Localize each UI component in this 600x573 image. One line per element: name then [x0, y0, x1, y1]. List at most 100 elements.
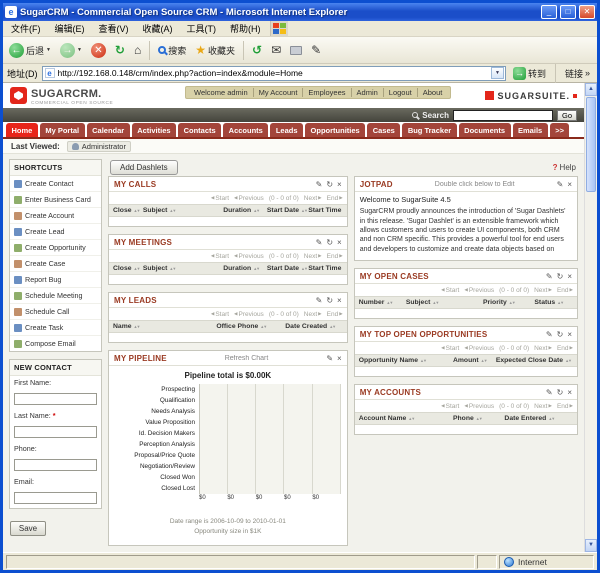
close-dashlet-icon[interactable]: ×: [567, 273, 572, 281]
menu-view[interactable]: 查看(V): [92, 21, 136, 36]
home-button[interactable]: ⌂: [131, 43, 144, 57]
refresh-dashlet-icon[interactable]: ↻: [326, 181, 333, 189]
scrollbar-thumb[interactable]: [586, 97, 596, 192]
shortcut-schedule-meeting[interactable]: Schedule Meeting: [10, 288, 101, 304]
tab-leads[interactable]: Leads: [270, 123, 303, 137]
tab-opportunities[interactable]: Opportunities: [305, 123, 365, 137]
edit-dashlet-icon[interactable]: ✎: [557, 181, 564, 189]
menu-file[interactable]: 文件(F): [4, 21, 48, 36]
close-dashlet-icon[interactable]: ×: [337, 181, 342, 189]
forward-dropdown-icon[interactable]: ▼: [77, 47, 82, 53]
close-dashlet-icon[interactable]: ×: [337, 355, 342, 363]
go-button[interactable]: → 转到: [510, 66, 549, 81]
column-header-office-phone[interactable]: Office Phone▲▼: [216, 323, 285, 330]
pagination-previous[interactable]: ◀Previous: [464, 345, 494, 352]
shortcut-report-bug[interactable]: Report Bug: [10, 272, 101, 288]
save-button[interactable]: Save: [10, 521, 46, 536]
phone-input[interactable]: [14, 459, 97, 471]
column-header-expected-close-date[interactable]: Expected Close Date▲▼: [496, 357, 573, 364]
pagination-start[interactable]: ◀Start: [441, 403, 459, 410]
edit-dashlet-icon[interactable]: ✎: [546, 273, 553, 281]
pagination-end[interactable]: End▶: [557, 287, 573, 294]
refresh-dashlet-icon[interactable]: ↻: [326, 239, 333, 247]
shortcut-create-opportunity[interactable]: Create Opportunity: [10, 240, 101, 256]
sugar-search-input[interactable]: [453, 110, 553, 121]
shortcut-schedule-call[interactable]: Schedule Call: [10, 304, 101, 320]
menu-help[interactable]: 帮助(H): [223, 21, 268, 36]
column-header-account-name[interactable]: Account Name▲▼: [359, 415, 453, 422]
edit-dashlet-icon[interactable]: ✎: [316, 181, 323, 189]
pagination-previous[interactable]: ◀Previous: [234, 253, 264, 260]
vertical-scrollbar[interactable]: ▲ ▼: [584, 83, 597, 552]
pagination-start[interactable]: ◀Start: [441, 345, 459, 352]
address-dropdown-icon[interactable]: ▼: [491, 67, 504, 79]
column-header-start-time[interactable]: Start Time▲▼: [308, 207, 342, 214]
pagination-start[interactable]: ◀Start: [211, 253, 229, 260]
close-dashlet-icon[interactable]: ×: [567, 331, 572, 339]
pagination-end[interactable]: End▶: [557, 345, 573, 352]
mail-button[interactable]: ✉: [268, 43, 284, 57]
menu-edit[interactable]: 编辑(E): [48, 21, 92, 36]
edit-dashlet-icon[interactable]: ✎: [316, 297, 323, 305]
refresh-dashlet-icon[interactable]: ↻: [557, 273, 564, 281]
close-dashlet-icon[interactable]: ×: [567, 389, 572, 397]
tab-emails[interactable]: Emails: [513, 123, 548, 137]
pagination-previous[interactable]: ◀Previous: [464, 403, 494, 410]
menu-tools[interactable]: 工具(T): [180, 21, 224, 36]
pagination-next[interactable]: Next▶: [304, 311, 322, 318]
edit-dashlet-icon[interactable]: ✎: [546, 389, 553, 397]
back-button[interactable]: ← 后退 ▼: [6, 42, 54, 59]
favorites-button[interactable]: ★ 收藏夹: [192, 43, 238, 58]
pagination-end[interactable]: End▶: [327, 253, 343, 260]
pagination-next[interactable]: Next▶: [304, 195, 322, 202]
pagination-next[interactable]: Next▶: [534, 345, 552, 352]
pagination-end[interactable]: End▶: [327, 195, 343, 202]
refresh-button[interactable]: ↻: [112, 43, 128, 57]
search-button[interactable]: 搜索: [155, 43, 189, 58]
links-button[interactable]: 链接 »: [562, 66, 593, 81]
tab-bug-tracker[interactable]: Bug Tracker: [402, 123, 456, 137]
first-name-input[interactable]: [14, 393, 97, 405]
edit-dashlet-icon[interactable]: ✎: [326, 355, 333, 363]
tab-calendar[interactable]: Calendar: [87, 123, 130, 137]
column-header-duration[interactable]: Duration▲▼: [223, 207, 267, 214]
add-dashlets-button[interactable]: Add Dashlets: [110, 160, 178, 175]
column-header-date-entered[interactable]: Date Entered▲▼: [504, 415, 573, 422]
column-header-subject[interactable]: Subject▲▼: [406, 299, 483, 306]
pagination-end[interactable]: End▶: [557, 403, 573, 410]
last-viewed-item[interactable]: Administrator: [67, 141, 131, 152]
shortcut-compose-email[interactable]: Compose Email: [10, 336, 101, 351]
shortcut-create-account[interactable]: Create Account: [10, 208, 101, 224]
sugar-search-go-button[interactable]: Go: [557, 110, 577, 121]
nav-employees[interactable]: Employees: [302, 88, 350, 97]
help-link[interactable]: ? Help: [553, 163, 576, 172]
column-header-duration[interactable]: Duration▲▼: [223, 265, 267, 272]
column-header-number[interactable]: Number▲▼: [359, 299, 406, 306]
stop-button[interactable]: ✕: [88, 42, 109, 59]
column-header-date-created[interactable]: Date Created▲▼: [285, 323, 342, 330]
sugarcrm-logo[interactable]: SUGARCRM. COMMERCIAL OPEN SOURCE: [31, 85, 113, 107]
pagination-start[interactable]: ◀Start: [211, 195, 229, 202]
edit-dashlet-icon[interactable]: ✎: [546, 331, 553, 339]
close-dashlet-icon[interactable]: ×: [337, 239, 342, 247]
column-header-amount[interactable]: Amount▲▼: [453, 357, 496, 364]
pagination-next[interactable]: Next▶: [304, 253, 322, 260]
tab-more[interactable]: >>: [550, 123, 570, 137]
tab-accounts[interactable]: Accounts: [223, 123, 268, 137]
pagination-previous[interactable]: ◀Previous: [464, 287, 494, 294]
column-header-name[interactable]: Name▲▼: [113, 323, 216, 330]
shortcut-enter-business-card[interactable]: Enter Business Card: [10, 192, 101, 208]
address-input[interactable]: [58, 68, 488, 78]
nav-my-account[interactable]: My Account: [253, 88, 303, 97]
shortcut-create-lead[interactable]: Create Lead: [10, 224, 101, 240]
shortcut-create-case[interactable]: Create Case: [10, 256, 101, 272]
edit-button[interactable]: ✎: [308, 43, 324, 57]
refresh-dashlet-icon[interactable]: ↻: [326, 297, 333, 305]
tab-my-portal[interactable]: My Portal: [40, 123, 85, 137]
column-header-start-time[interactable]: Start Time▲▼: [308, 265, 342, 272]
tab-home[interactable]: Home: [6, 123, 38, 137]
column-header-close[interactable]: Close▲▼: [113, 207, 143, 214]
scroll-up-icon[interactable]: ▲: [585, 83, 597, 96]
refresh-chart-link[interactable]: Refresh Chart: [171, 355, 323, 362]
column-header-opportunity-name[interactable]: Opportunity Name▲▼: [359, 357, 453, 364]
